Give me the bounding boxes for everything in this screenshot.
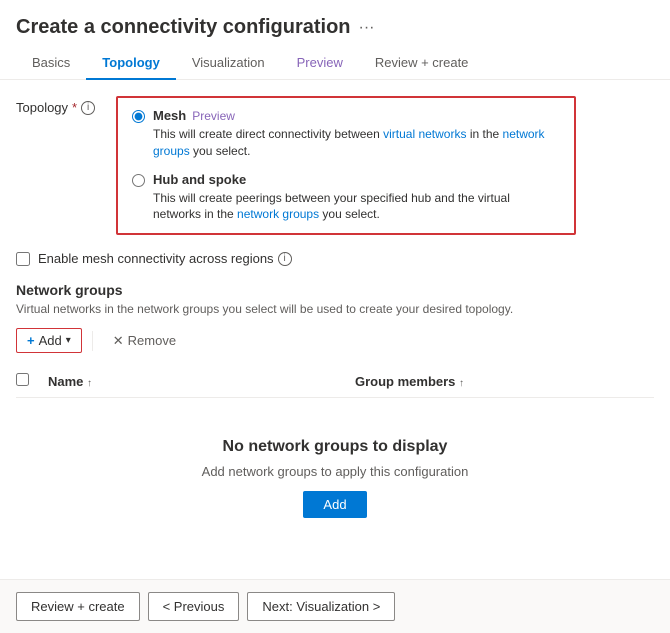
table-header: Name ↑ Group members ↑ (16, 365, 654, 398)
tab-basics[interactable]: Basics (16, 47, 86, 80)
topology-field-row: Topology * i Mesh Preview This will crea… (16, 96, 654, 235)
header: Create a connectivity configuration ··· (0, 0, 670, 39)
empty-desc: Add network groups to apply this configu… (202, 464, 469, 479)
mesh-option: Mesh Preview This will create direct con… (132, 108, 560, 160)
mesh-label: Mesh (153, 108, 186, 123)
mesh-preview-badge: Preview (192, 109, 235, 123)
col-members-header: Group members ↑ (355, 374, 654, 389)
hub-spoke-ng-link[interactable]: network groups (237, 207, 319, 221)
page-container: Create a connectivity configuration ··· … (0, 0, 670, 633)
hub-spoke-label-row: Hub and spoke (153, 172, 560, 187)
hub-spoke-option: Hub and spoke This will create peerings … (132, 172, 560, 224)
select-all-checkbox[interactable] (16, 373, 29, 386)
mesh-vnet-link[interactable]: virtual networks (383, 127, 466, 141)
empty-state: No network groups to display Add network… (16, 398, 654, 538)
hub-spoke-option-content: Hub and spoke This will create peerings … (153, 172, 560, 224)
x-icon: ✕ (113, 333, 124, 349)
content: Topology * i Mesh Preview This will crea… (0, 80, 670, 579)
previous-button[interactable]: < Previous (148, 592, 240, 621)
next-button[interactable]: Next: Visualization > (247, 592, 395, 621)
mesh-option-content: Mesh Preview This will create direct con… (153, 108, 560, 160)
hub-spoke-radio[interactable] (132, 174, 145, 187)
tabs: Basics Topology Visualization Preview Re… (0, 39, 670, 80)
topology-info-icon[interactable]: i (81, 101, 95, 115)
footer: Review + create < Previous Next: Visuali… (0, 579, 670, 633)
mesh-label-row: Mesh Preview (153, 108, 560, 123)
hub-spoke-description: This will create peerings between your s… (153, 190, 560, 224)
col-name-header: Name ↑ (48, 374, 347, 389)
review-create-button[interactable]: Review + create (16, 592, 140, 621)
tab-topology[interactable]: Topology (86, 47, 176, 80)
ellipsis-menu[interactable]: ··· (359, 19, 375, 37)
empty-add-button[interactable]: Add (303, 491, 366, 518)
mesh-radio[interactable] (132, 110, 145, 123)
topology-options-box: Mesh Preview This will create direct con… (116, 96, 576, 235)
page-title: Create a connectivity configuration (16, 16, 351, 39)
hub-spoke-label: Hub and spoke (153, 172, 246, 187)
chevron-down-icon: ▾ (66, 335, 71, 346)
plus-icon: + (27, 333, 35, 348)
tab-review-create[interactable]: Review + create (359, 47, 485, 80)
topology-label: Topology * i (16, 96, 116, 115)
members-sort-icon[interactable]: ↑ (459, 378, 464, 389)
table-select-all (16, 373, 36, 389)
mesh-info-icon[interactable]: i (278, 252, 292, 266)
tab-preview[interactable]: Preview (281, 47, 359, 80)
empty-title: No network groups to display (223, 438, 448, 456)
name-sort-icon[interactable]: ↑ (87, 378, 92, 389)
remove-button[interactable]: ✕ Remove (103, 329, 186, 353)
network-groups-toolbar: + Add ▾ ✕ Remove (16, 328, 654, 353)
network-groups-title: Network groups (16, 282, 654, 298)
toolbar-divider (92, 331, 93, 351)
network-groups-desc: Virtual networks in the network groups y… (16, 302, 654, 316)
tab-visualization[interactable]: Visualization (176, 47, 281, 80)
add-button[interactable]: + Add ▾ (16, 328, 82, 353)
mesh-checkbox[interactable] (16, 252, 30, 266)
mesh-checkbox-label: Enable mesh connectivity across regions … (38, 251, 292, 266)
mesh-description: This will create direct connectivity bet… (153, 126, 560, 160)
add-label: Add (39, 333, 62, 348)
required-marker: * (72, 100, 77, 115)
mesh-checkbox-row: Enable mesh connectivity across regions … (16, 251, 654, 266)
remove-label: Remove (128, 333, 176, 348)
